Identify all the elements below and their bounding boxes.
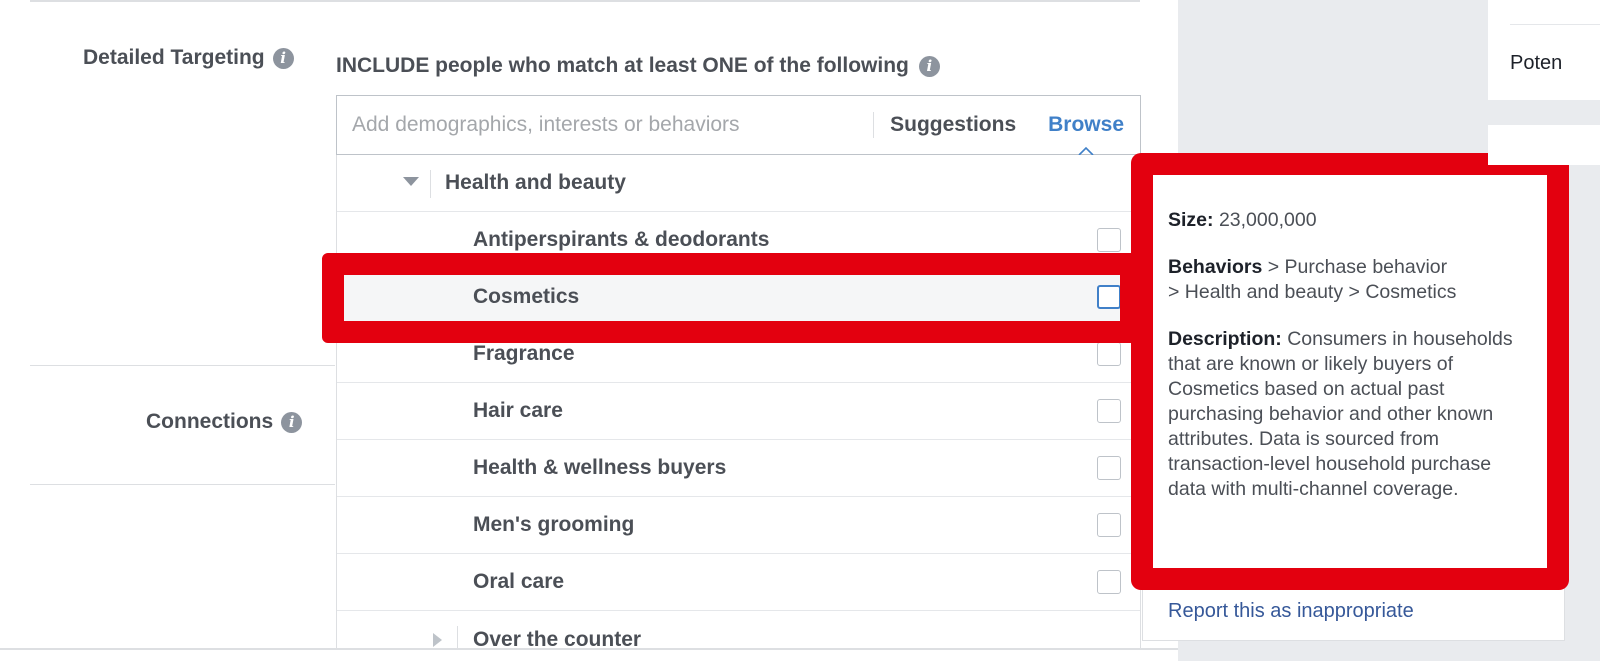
include-text: INCLUDE people who match at least ONE of…	[336, 54, 909, 77]
info-icon[interactable]: i	[281, 411, 303, 433]
checkbox[interactable]	[1097, 342, 1121, 366]
item-label: Health & wellness buyers	[473, 456, 727, 479]
include-description: INCLUDE people who match at least ONE of…	[336, 54, 940, 78]
connections-title: Connections	[146, 410, 274, 433]
item-label: Fragrance	[473, 342, 575, 365]
path-head: Behaviors	[1168, 256, 1263, 278]
divider	[30, 0, 1140, 2]
browse-dropdown: Health and beauty Antiperspirants & deod…	[336, 155, 1141, 648]
divider	[0, 648, 1178, 650]
list-item-health-wellness-buyers[interactable]: Health & wellness buyers	[337, 440, 1140, 497]
connections-label: Connections i	[146, 410, 303, 434]
list-item-hair-care[interactable]: Hair care	[337, 383, 1140, 440]
item-label: Antiperspirants & deodorants	[473, 228, 770, 251]
tooltip-content: Size: 23,000,000 Behaviors > Purchase be…	[1168, 208, 1518, 524]
checkbox[interactable]	[1097, 399, 1121, 423]
item-label: Men's grooming	[473, 513, 635, 536]
category-label: Over the counter	[473, 628, 642, 648]
category-row-over-the-counter[interactable]: Over the counter	[337, 611, 1140, 648]
tooltip-description: Description: Consumers in households tha…	[1168, 327, 1518, 502]
potential-reach-label: Poten	[1510, 52, 1563, 74]
list-item-mens-grooming[interactable]: Men's grooming	[337, 497, 1140, 554]
audience-card	[1488, 0, 1600, 100]
separator	[457, 626, 458, 648]
path-line1: > Purchase behavior	[1262, 256, 1448, 278]
checkbox[interactable]	[1097, 570, 1121, 594]
description-label: Description:	[1168, 328, 1282, 350]
annotation-highlight-box	[322, 253, 1142, 343]
targeting-search-input[interactable]	[337, 96, 874, 154]
detailed-targeting-title: Detailed Targeting	[83, 46, 265, 69]
caret-down-icon[interactable]	[403, 177, 419, 186]
tooltip-size: Size: 23,000,000	[1168, 208, 1518, 233]
item-label: Hair care	[473, 399, 563, 422]
suggestions-button[interactable]: Suggestions	[874, 113, 1032, 137]
list-item-oral-care[interactable]: Oral care	[337, 554, 1140, 611]
audience-card	[1488, 125, 1600, 165]
browse-button[interactable]: Browse	[1032, 113, 1140, 156]
category-label: Health and beauty	[445, 171, 626, 194]
caret-right-icon[interactable]	[433, 633, 442, 647]
tooltip-path: Behaviors > Purchase behavior > Health a…	[1168, 255, 1518, 305]
separator	[430, 170, 431, 198]
path-line2: > Health and beauty > Cosmetics	[1168, 281, 1457, 303]
description-text: Consumers in households that are known o…	[1168, 328, 1513, 500]
checkbox[interactable]	[1097, 513, 1121, 537]
divider	[30, 484, 335, 485]
checkbox[interactable]	[1097, 456, 1121, 480]
size-value: 23,000,000	[1218, 209, 1317, 231]
info-icon[interactable]: i	[272, 47, 294, 69]
divider	[1510, 24, 1600, 25]
browse-label: Browse	[1048, 113, 1124, 136]
info-icon[interactable]: i	[918, 55, 940, 77]
detailed-targeting-label: Detailed Targeting i	[83, 46, 294, 70]
report-link[interactable]: Report this as inappropriate	[1168, 600, 1414, 623]
category-row-health-and-beauty[interactable]: Health and beauty	[337, 155, 1140, 212]
divider	[30, 365, 335, 366]
item-label: Oral care	[473, 570, 565, 593]
size-label: Size:	[1168, 209, 1214, 231]
checkbox[interactable]	[1097, 228, 1121, 252]
targeting-search-box: Suggestions Browse	[336, 95, 1141, 156]
